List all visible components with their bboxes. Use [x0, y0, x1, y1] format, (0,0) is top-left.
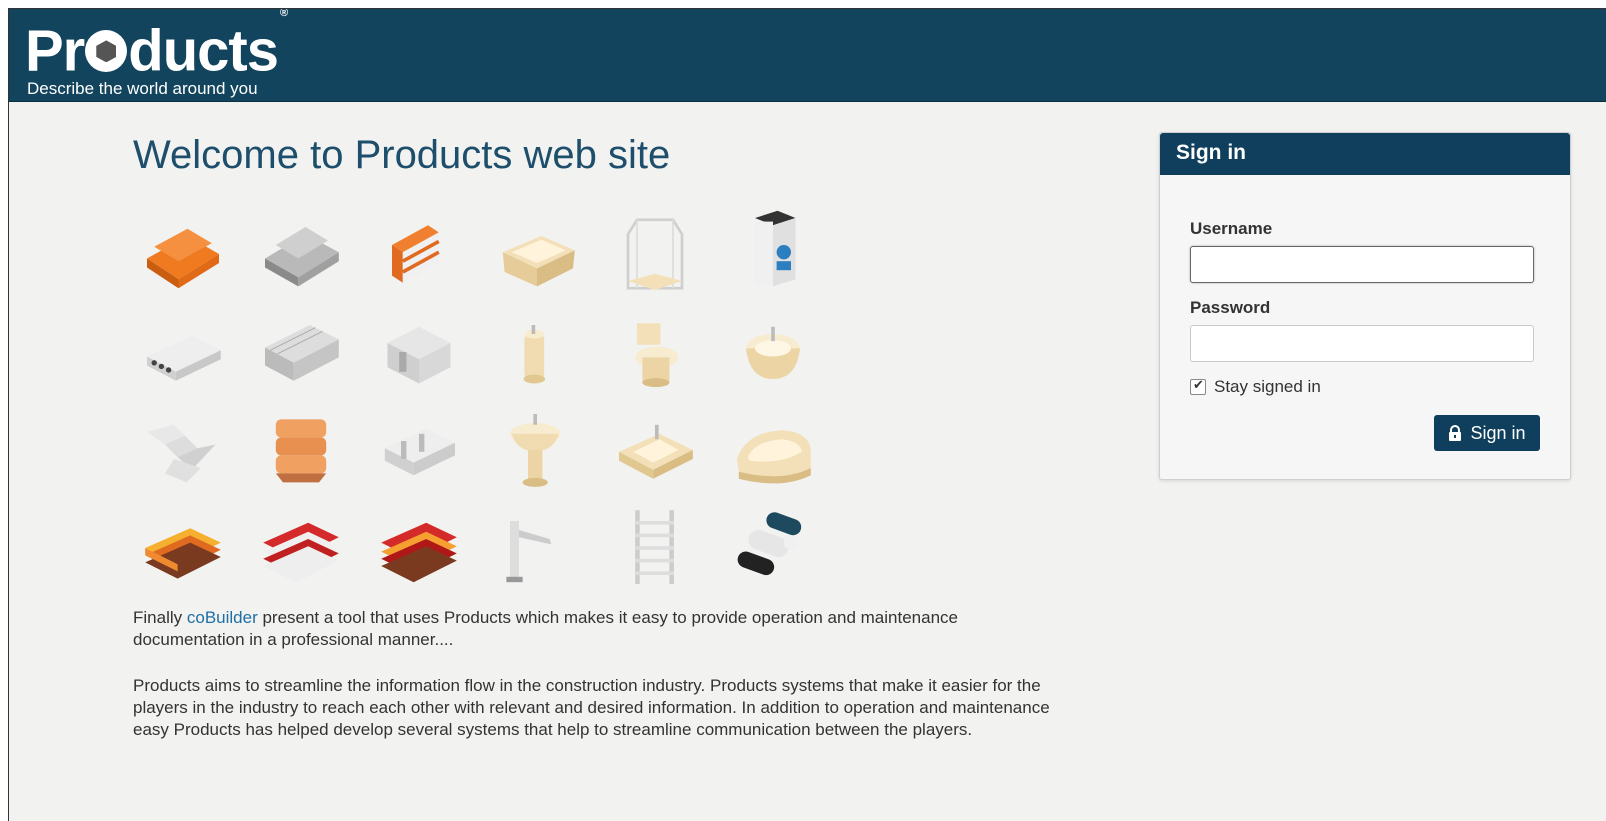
- intro-prefix: Finally: [133, 608, 187, 627]
- signin-title: Sign in: [1160, 133, 1570, 175]
- stay-signed-in-checkbox[interactable]: [1190, 377, 1206, 395]
- roof-tiles-red-stack-icon: [369, 503, 469, 593]
- pedestal-sink-icon: [487, 405, 587, 495]
- page-frame: Pr ducts® Describe the world around you W…: [8, 8, 1606, 821]
- toilet-icon: [605, 307, 705, 397]
- password-label: Password: [1190, 298, 1271, 317]
- pipe-rolls-icon: [723, 503, 823, 593]
- registered-mark: ®: [279, 8, 288, 19]
- brick-wall-icon: [369, 209, 469, 299]
- water-heater-icon: [723, 209, 823, 299]
- lock-icon: [1449, 425, 1462, 441]
- logo-text-part1: Pr: [25, 18, 85, 84]
- logo-cube-icon: [85, 30, 128, 73]
- signin-button[interactable]: Sign in: [1434, 415, 1540, 451]
- hollow-core-slab-icon: [133, 307, 233, 397]
- bricks-pallet-icon: [133, 209, 233, 299]
- logo-text-part2: ducts: [128, 18, 279, 84]
- corner-bathtub-icon: [723, 405, 823, 495]
- roof-tiles-orange-icon: [133, 503, 233, 593]
- signin-panel: Sign in Username Password Stay signed in…: [1159, 132, 1571, 480]
- site-logo[interactable]: Pr ducts® Describe the world around you: [25, 9, 288, 99]
- shower-cabin-icon: [605, 209, 705, 299]
- wash-basin-icon: [605, 405, 705, 495]
- insulation-bags-icon: [251, 405, 351, 495]
- urinal-icon: [487, 307, 587, 397]
- concrete-stair-icon: [369, 405, 469, 495]
- stay-signed-in-row[interactable]: Stay signed in: [1190, 377, 1321, 397]
- password-input[interactable]: [1190, 325, 1534, 362]
- page-title: Welcome to Products web site: [133, 133, 671, 177]
- username-label: Username: [1190, 219, 1273, 238]
- intro-paragraph: Finally coBuilder present a tool that us…: [133, 607, 1073, 651]
- bathtub-icon: [487, 209, 587, 299]
- site-header: Pr ducts® Describe the world around you: [9, 9, 1606, 102]
- concrete-element-icon: [369, 307, 469, 397]
- product-icon-grid: [133, 199, 813, 599]
- cobuilder-link[interactable]: coBuilder: [187, 608, 258, 627]
- faucet-icon: [487, 503, 587, 593]
- towel-radiator-icon: [605, 503, 705, 593]
- stay-signed-in-label: Stay signed in: [1214, 377, 1321, 396]
- concrete-beams-icon: [251, 307, 351, 397]
- username-input[interactable]: [1190, 246, 1534, 283]
- roof-tiles-red-icon: [251, 503, 351, 593]
- concrete-blocks-pallet-icon: [251, 209, 351, 299]
- bidet-icon: [723, 307, 823, 397]
- staircase-icon: [133, 405, 233, 495]
- signin-button-label: Sign in: [1470, 422, 1526, 443]
- about-paragraph: Products aims to streamline the informat…: [133, 676, 1050, 739]
